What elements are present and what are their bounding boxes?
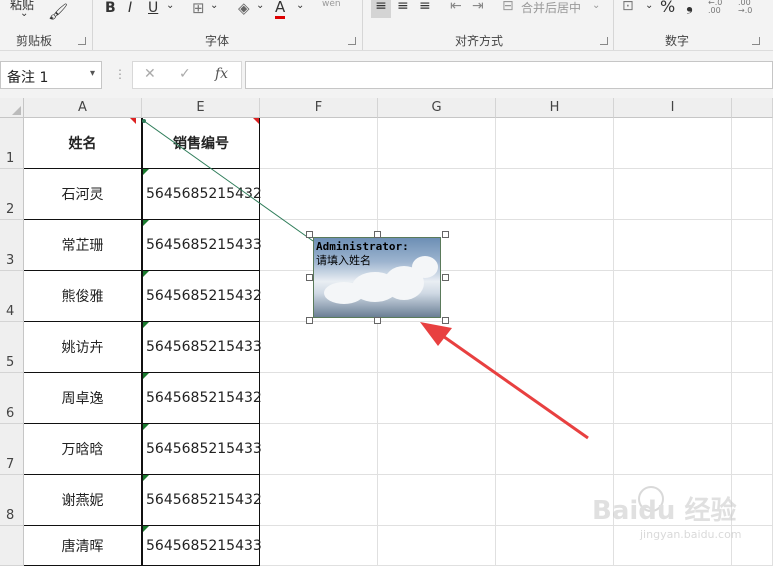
watermark-brand: Baidu 经验 — [592, 496, 737, 526]
watermark: Baidu 经验 jingyan.baidu.com — [592, 472, 770, 552]
watermark-url: jingyan.baidu.com — [640, 528, 742, 541]
